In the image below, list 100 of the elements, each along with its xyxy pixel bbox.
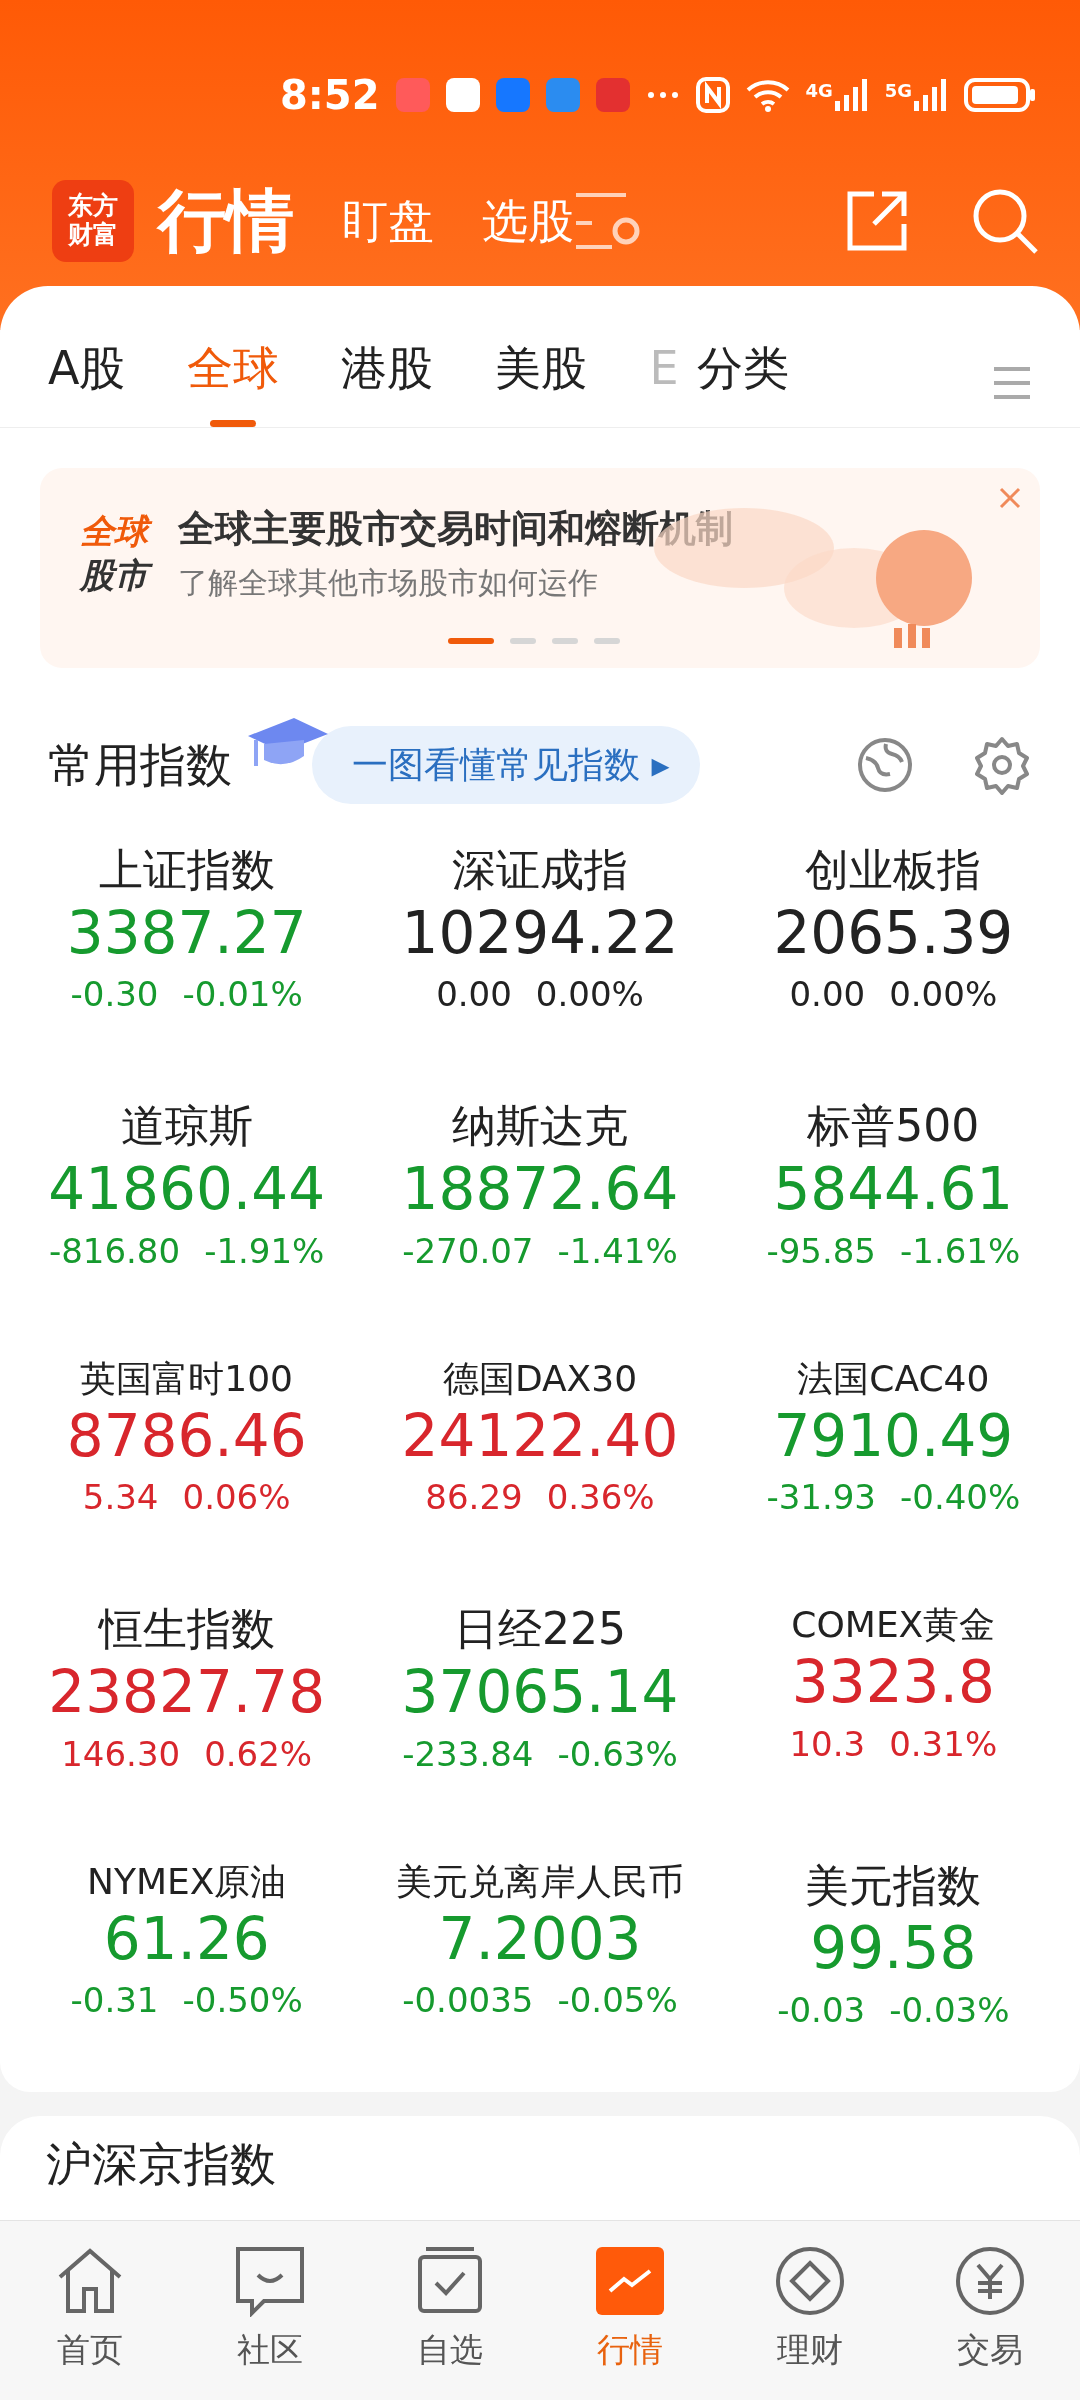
app-icon: [395, 78, 430, 112]
signal-icon: [912, 77, 949, 113]
index-price: 5844.61: [772, 1154, 1015, 1226]
index-price: 61.26: [102, 1903, 271, 1975]
index-name: 英国富时100: [79, 1356, 294, 1400]
index-price: 41860.44: [47, 1154, 327, 1226]
chart-icon: [594, 2245, 666, 2317]
index-name: COMEX黄金: [790, 1603, 997, 1647]
signal-icon: [832, 77, 869, 113]
index-name: 标普500: [806, 1100, 981, 1154]
close-icon[interactable]: [998, 486, 1022, 510]
change-value: -233.84: [402, 1732, 534, 1776]
market-tab[interactable]: 港股: [341, 334, 434, 427]
network-label: 4G: [805, 79, 833, 103]
banner-subtitle: 了解全球其他市场股市如何运作: [178, 564, 599, 603]
wifi-icon: [745, 78, 790, 112]
app-icon: [595, 78, 630, 112]
banner-badge-text: 股市: [80, 553, 154, 598]
page-indicator[interactable]: [510, 638, 536, 644]
section-title: 沪深京指数: [46, 2135, 277, 2193]
globe-icon[interactable]: [856, 736, 914, 794]
index-name: 上证指数: [97, 844, 276, 897]
nav-tab[interactable]: 社区: [180, 2221, 360, 2400]
market-tab[interactable]: 美股: [495, 334, 588, 427]
chat-icon: [234, 2245, 306, 2317]
nav-tab[interactable]: 首页: [0, 2221, 180, 2400]
change-percent: -1.41%: [557, 1229, 678, 1273]
nav-tab[interactable]: 交易: [900, 2221, 1080, 2400]
app-icon: [495, 78, 530, 112]
nav-tab[interactable]: 自选: [360, 2221, 540, 2400]
nav-tab[interactable]: 理财: [720, 2221, 900, 2400]
change-percent: -0.40%: [900, 1476, 1021, 1520]
status-time: 8:52: [280, 71, 380, 120]
banner-title: 全球主要股市交易时间和熔断机制: [178, 505, 733, 552]
change-percent: 0.06%: [182, 1476, 291, 1520]
market-tab[interactable]: 分类: [696, 334, 789, 427]
index-name: 纳斯达克: [451, 1100, 629, 1154]
index-price: 7910.49: [772, 1400, 1015, 1472]
app-icon: [545, 78, 580, 112]
change-value: 86.29: [425, 1476, 523, 1520]
banner-badge-text: 全球: [80, 508, 154, 553]
nfc-icon: [695, 77, 730, 113]
battery-icon: [964, 77, 1037, 113]
change-percent: -1.91%: [204, 1229, 325, 1273]
index-name: NYMEX原油: [85, 1859, 288, 1903]
index-price: 23827.78: [47, 1657, 327, 1729]
market-tab[interactable]: A股: [48, 334, 126, 427]
change-value: 10.3: [789, 1722, 866, 1766]
index-name: 法国CAC40: [796, 1356, 991, 1400]
index-price: 24122.40: [400, 1400, 680, 1472]
index-price: 99.58: [809, 1913, 978, 1985]
section-title: 常用指数: [48, 736, 232, 794]
change-value: -0.03: [777, 1988, 866, 2032]
change-value: 146.30: [61, 1732, 181, 1776]
index-name: 美元兑离岸人民币: [395, 1859, 685, 1903]
app-logo[interactable]: 东方财富: [52, 180, 134, 262]
change-value: -31.93: [766, 1476, 876, 1520]
index-name: 美元指数: [804, 1859, 983, 1913]
settings-icon[interactable]: [972, 735, 1032, 795]
index-name: 日经225: [453, 1603, 627, 1657]
page-indicator[interactable]: [594, 638, 620, 644]
index-name: 德国DAX30: [441, 1356, 639, 1400]
change-percent: -0.01%: [182, 973, 303, 1017]
index-name: 创业板指: [804, 844, 983, 897]
page-indicator[interactable]: [552, 638, 578, 644]
change-value: -95.85: [766, 1229, 876, 1273]
index-price: 3323.8: [790, 1647, 996, 1719]
change-value: -270.07: [402, 1229, 534, 1273]
index-price: 10294.22: [400, 897, 680, 969]
index-name: 深证成指: [451, 844, 629, 897]
change-value: -0.31: [70, 1979, 159, 2023]
change-percent: 0.31%: [889, 1722, 998, 1766]
index-price: 37065.14: [400, 1657, 680, 1729]
change-percent: -0.05%: [557, 1979, 678, 2023]
index-name: 恒生指数: [97, 1603, 276, 1657]
change-percent: 0.62%: [204, 1732, 313, 1776]
change-value: -0.30: [70, 973, 159, 1017]
index-price: 8786.46: [65, 1400, 308, 1472]
index-price: 7.2003: [437, 1903, 643, 1975]
index-price: 2065.39: [772, 897, 1015, 969]
change-percent: 0.00%: [889, 973, 998, 1017]
more-icon: [645, 90, 680, 100]
change-percent: 0.36%: [546, 1476, 655, 1520]
change-value: 0.00: [789, 973, 866, 1017]
network-label: 5G: [884, 79, 913, 103]
change-value: -0.0035: [402, 1979, 534, 2023]
change-value: 0.00: [436, 973, 512, 1017]
change-value: 5.34: [82, 1476, 159, 1520]
change-value: -816.80: [48, 1229, 181, 1273]
index-price: 18872.64: [400, 1154, 680, 1226]
index-name: 道琼斯: [119, 1100, 254, 1154]
change-percent: 0.00%: [535, 973, 644, 1017]
page-indicator[interactable]: [448, 638, 494, 644]
change-percent: -0.63%: [557, 1732, 678, 1776]
page-title: 行情: [158, 180, 294, 262]
guide-link[interactable]: 一图看懂常见指数 ▸: [312, 726, 700, 804]
index-price: 3387.27: [65, 897, 308, 969]
change-percent: -1.61%: [900, 1229, 1021, 1273]
change-percent: -0.03%: [889, 1988, 1010, 2032]
promo-banner[interactable]: 全球 股市 全球主要股市交易时间和熔断机制 了解全球其他市场股市如何运作: [40, 468, 1040, 668]
